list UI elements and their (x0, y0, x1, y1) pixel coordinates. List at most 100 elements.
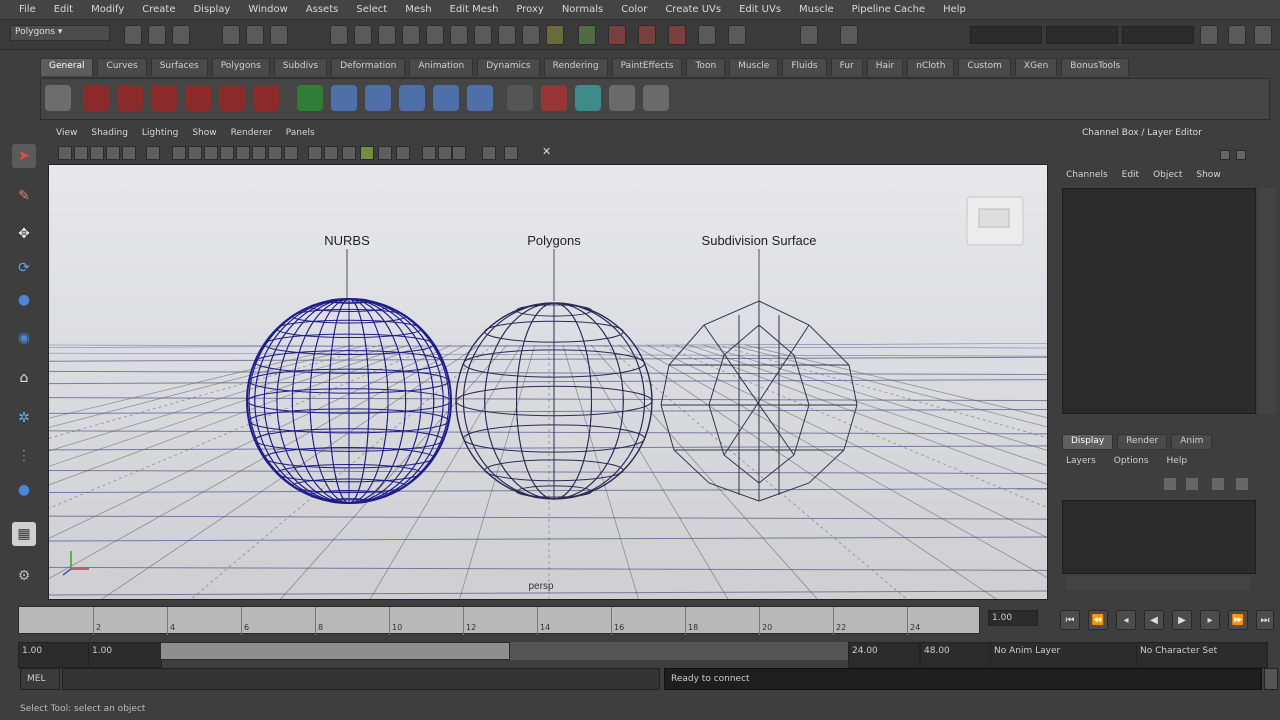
show-manipulator-icon[interactable]: ✲ (12, 406, 36, 430)
input-field-3[interactable] (1122, 26, 1194, 44)
spot-light-icon[interactable] (541, 85, 567, 111)
menu-pipeline-cache[interactable]: Pipeline Cache (843, 4, 934, 15)
sync-icon[interactable] (728, 25, 746, 45)
shelf-tab-rendering[interactable]: Rendering (543, 58, 608, 76)
channel-box-layout-icon-2[interactable] (1236, 150, 1246, 160)
poly-sphere-icon[interactable] (297, 85, 323, 111)
nurbs-cube-icon[interactable] (117, 85, 143, 111)
shelf-tab-animation[interactable]: Animation (409, 58, 474, 76)
menu-assets[interactable]: Assets (297, 4, 348, 15)
command-line-input[interactable] (62, 668, 660, 690)
menu-muscle[interactable]: Muscle (790, 4, 843, 15)
isolate-icon[interactable] (308, 146, 322, 160)
shelf-tab-fur[interactable]: Fur (830, 58, 863, 76)
script-language-toggle[interactable]: MEL (20, 668, 60, 690)
dof-icon[interactable] (482, 146, 496, 160)
nurbs-plane-icon[interactable] (219, 85, 245, 111)
shelf-tab-ncloth[interactable]: nCloth (907, 58, 955, 76)
snap-curve-icon[interactable] (354, 25, 372, 45)
shadows-icon[interactable] (396, 146, 410, 160)
sphere-tool-icon[interactable]: ● (12, 478, 36, 502)
menu-modify[interactable]: Modify (82, 4, 133, 15)
poly-torus-icon[interactable] (467, 85, 493, 111)
time-slider[interactable]: 2 4 6 8 10 12 14 16 18 20 22 24 (18, 606, 980, 635)
resolution-gate-icon[interactable] (188, 146, 202, 160)
hypershade-icon[interactable] (638, 25, 656, 45)
menu-create-uvs[interactable]: Create UVs (656, 4, 730, 15)
channel-box-list[interactable] (1062, 188, 1256, 414)
scale-tool-icon[interactable]: ● (12, 288, 36, 312)
panel-menu-panels[interactable]: Panels (286, 128, 315, 144)
channel-menu-channels[interactable]: Channels (1066, 170, 1108, 184)
play-backward-icon[interactable]: ◀ (1144, 610, 1164, 630)
ipr-render-icon[interactable] (578, 25, 596, 45)
playback-end-field[interactable]: 24.00 (848, 642, 920, 668)
menu-mesh[interactable]: Mesh (396, 4, 440, 15)
new-layer-selected-icon[interactable] (1186, 478, 1198, 490)
measure-icon[interactable] (643, 85, 669, 111)
rotate-tool-icon[interactable]: ⟳ (12, 256, 36, 280)
select-tool-icon[interactable]: ➤ (12, 144, 36, 168)
current-frame-field[interactable]: 1.00 (988, 610, 1038, 626)
layer-menu-options[interactable]: Options (1114, 456, 1149, 470)
layer-list-scrollbar[interactable] (1066, 576, 1250, 590)
input-field-2[interactable] (1046, 26, 1118, 44)
nurbs-cylinder-icon[interactable] (151, 85, 177, 111)
layer-tab-render[interactable]: Render (1117, 434, 1168, 450)
channel-box-layout-icon[interactable] (1220, 150, 1230, 160)
poly-cylinder-icon[interactable] (365, 85, 391, 111)
menu-display[interactable]: Display (184, 4, 239, 15)
panel-menu-renderer[interactable]: Renderer (231, 128, 272, 144)
step-forward-key-icon[interactable]: ⏩ (1228, 610, 1248, 630)
camera-icon[interactable] (507, 85, 533, 111)
light-icon[interactable] (360, 146, 374, 160)
layer-list[interactable] (1062, 500, 1256, 574)
shelf-tab-dynamics[interactable]: Dynamics (477, 58, 540, 76)
field-chart-icon[interactable] (220, 146, 234, 160)
menu-color[interactable]: Color (612, 4, 656, 15)
2d-pan-icon[interactable] (122, 146, 136, 160)
channel-box-icon[interactable] (1254, 25, 1272, 45)
go-to-end-icon[interactable]: ⏭ (1256, 610, 1274, 630)
save-scene-icon[interactable] (172, 25, 190, 45)
shelf-tab-xgen[interactable]: XGen (1014, 58, 1058, 76)
panel-menu-shading[interactable]: Shading (91, 128, 128, 144)
layout-persp-icon[interactable]: ⚙ (12, 564, 36, 588)
shelf-tab-subdivs[interactable]: Subdivs (273, 58, 328, 76)
new-layer-icon[interactable] (1164, 478, 1176, 490)
nurbs-cone-icon[interactable] (185, 85, 211, 111)
history-icon[interactable] (450, 25, 468, 45)
camera-attributes-icon[interactable] (74, 146, 88, 160)
script-editor-button[interactable] (1264, 668, 1278, 690)
hud-icon[interactable] (422, 146, 436, 160)
safe-title-icon[interactable] (252, 146, 266, 160)
anim-layer-dropdown[interactable]: No Anim Layer (990, 642, 1138, 668)
construction-icon[interactable] (474, 25, 492, 45)
wireframe-icon[interactable] (268, 146, 282, 160)
grid-toggle-icon[interactable] (146, 146, 160, 160)
menu-create[interactable]: Create (133, 4, 184, 15)
last-tool-icon[interactable]: ⋮ (12, 444, 36, 468)
start-time-field[interactable]: 1.00 (18, 642, 90, 668)
smooth-shade-icon[interactable] (284, 146, 298, 160)
shelf-tab-deformation[interactable]: Deformation (331, 58, 406, 76)
shelf-tab-general[interactable]: General (40, 58, 94, 76)
shelf-tab-hair[interactable]: Hair (866, 58, 904, 76)
panel-menu-show[interactable]: Show (192, 128, 216, 144)
attribute-editor-icon[interactable] (1200, 25, 1218, 45)
channel-menu-show[interactable]: Show (1196, 170, 1220, 184)
shelf-tab-painteffects[interactable]: PaintEffects (611, 58, 683, 76)
nurbs-torus-icon[interactable] (253, 85, 279, 111)
safe-action-icon[interactable] (236, 146, 250, 160)
render-frame-icon[interactable] (546, 25, 564, 45)
nurbs-sphere-icon[interactable] (83, 85, 109, 111)
menu-help[interactable]: Help (934, 4, 975, 15)
menu-set-dropdown[interactable]: Polygons ▾ (10, 25, 110, 41)
snap-view-icon[interactable] (402, 25, 420, 45)
playback-start-field[interactable]: 1.00 (88, 642, 162, 668)
shelf-tab-curves[interactable]: Curves (97, 58, 147, 76)
shelf-tab-bonustools[interactable]: BonusTools (1061, 58, 1130, 76)
menu-window[interactable]: Window (239, 4, 296, 15)
menu-file[interactable]: File (10, 4, 45, 15)
film-gate-icon[interactable] (172, 146, 186, 160)
